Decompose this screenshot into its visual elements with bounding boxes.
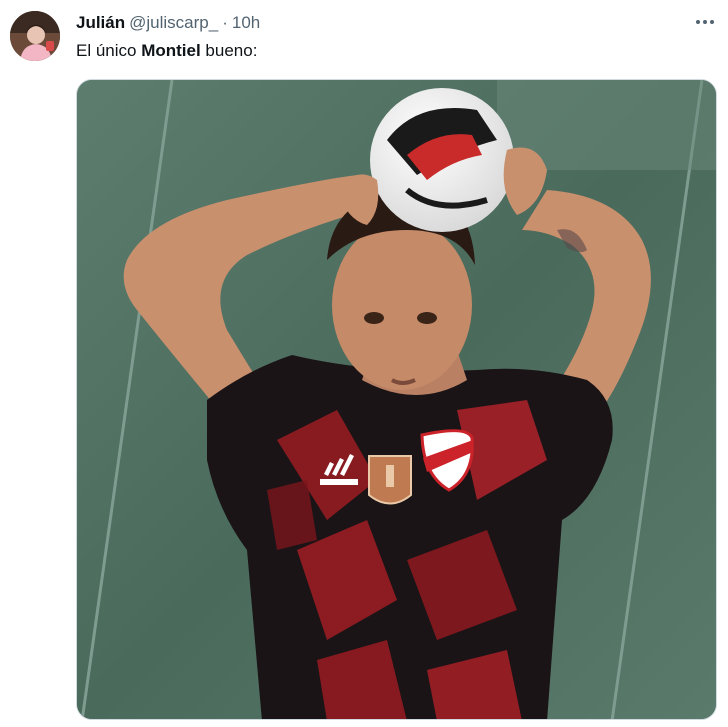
more-options-button[interactable] (690, 10, 720, 34)
tweet-media-photo[interactable] (76, 79, 717, 720)
tweet-timestamp[interactable]: 10h (232, 13, 260, 33)
tweet-text-part2: bueno: (200, 41, 258, 60)
separator-dot: · (222, 13, 228, 32)
tweet-text-part1: El único (76, 41, 142, 60)
author-handle[interactable]: @juliscarp_ (129, 13, 218, 33)
more-dots-icon (695, 20, 716, 24)
tweet-header: Julián @juliscarp_ · 10h (76, 12, 260, 34)
author-avatar[interactable] (10, 11, 60, 61)
footballer-photo (77, 80, 716, 719)
tweet-text: El único Montiel bueno: (76, 40, 257, 62)
tweet-text-bold: Montiel (141, 41, 201, 60)
tweet: Julián @juliscarp_ · 10h El único Montie… (0, 0, 728, 727)
author-display-name[interactable]: Julián (76, 13, 125, 33)
